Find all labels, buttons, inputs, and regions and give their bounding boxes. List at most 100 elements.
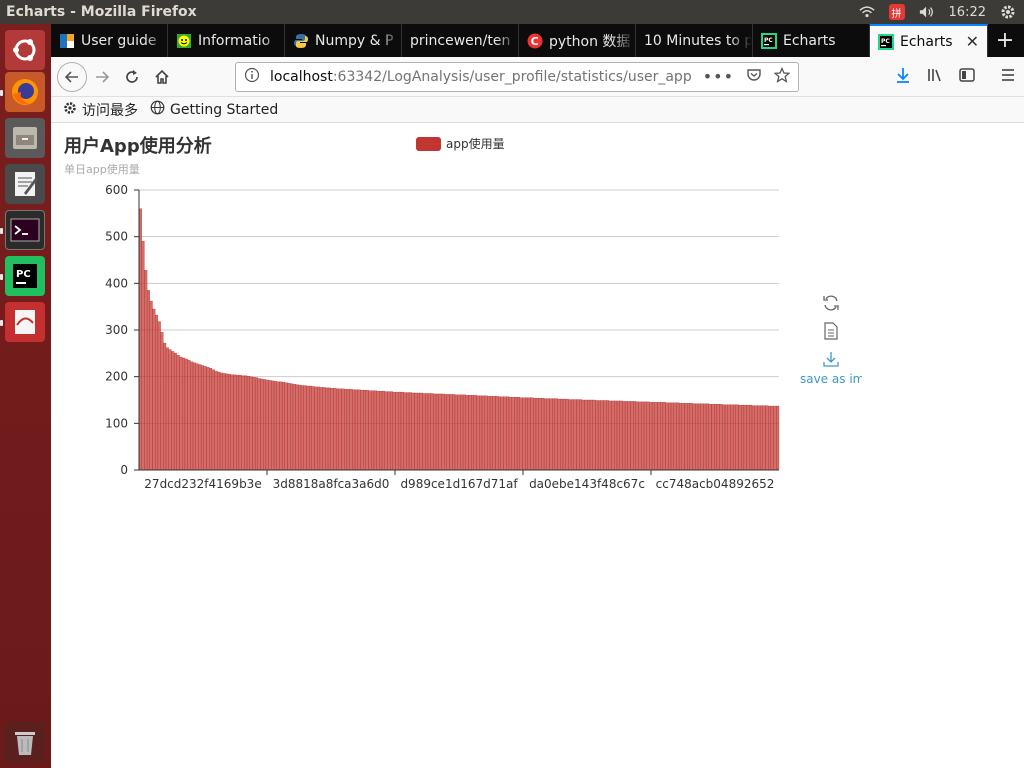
tab-numpy[interactable]: Numpy & P <box>285 24 402 57</box>
bar[interactable] <box>573 399 577 471</box>
tab-python-data[interactable]: C python 数据 <box>519 24 636 57</box>
bar[interactable] <box>768 405 772 471</box>
bar[interactable] <box>535 397 539 471</box>
input-method-icon[interactable]: 拼 <box>888 4 905 20</box>
bar[interactable] <box>298 384 302 471</box>
bar[interactable] <box>441 393 445 471</box>
bar[interactable] <box>365 390 369 471</box>
bar[interactable] <box>311 386 315 471</box>
bar[interactable] <box>389 391 393 471</box>
bar[interactable] <box>614 400 618 471</box>
bar[interactable] <box>187 360 191 471</box>
bar[interactable] <box>273 381 277 471</box>
bar[interactable] <box>408 392 412 471</box>
bar[interactable] <box>284 382 288 471</box>
bar[interactable] <box>589 399 593 471</box>
bar[interactable] <box>217 371 221 471</box>
bar[interactable] <box>384 391 388 471</box>
bar[interactable] <box>314 386 318 471</box>
bar[interactable] <box>630 401 634 471</box>
bar[interactable] <box>276 381 280 471</box>
bar[interactable] <box>373 390 377 471</box>
bar[interactable] <box>673 402 677 471</box>
bar[interactable] <box>184 358 188 471</box>
pocket-icon[interactable] <box>746 67 762 87</box>
bar[interactable] <box>322 387 326 471</box>
volume-icon[interactable] <box>919 4 935 20</box>
bar[interactable] <box>149 300 153 471</box>
bar[interactable] <box>241 375 245 471</box>
bar[interactable] <box>657 402 661 471</box>
bar[interactable] <box>192 362 196 471</box>
bar[interactable] <box>460 394 464 471</box>
bar[interactable] <box>665 402 669 471</box>
bookmark-star-icon[interactable] <box>773 66 791 87</box>
bar[interactable] <box>700 403 704 471</box>
bar[interactable] <box>279 381 283 471</box>
bar[interactable] <box>568 399 572 471</box>
bar[interactable] <box>300 385 304 471</box>
bar[interactable] <box>538 397 542 471</box>
bar[interactable] <box>144 270 148 471</box>
downloads-icon[interactable] <box>894 66 912 88</box>
bar[interactable] <box>173 353 177 471</box>
bookmark-most-visited[interactable]: 访问最多 <box>63 100 138 120</box>
bar[interactable] <box>379 390 383 471</box>
bar[interactable] <box>668 402 672 471</box>
bar[interactable] <box>457 394 461 471</box>
bar[interactable] <box>403 392 407 471</box>
bar[interactable] <box>557 398 561 471</box>
bar[interactable] <box>479 395 483 471</box>
bar[interactable] <box>724 404 728 471</box>
bar[interactable] <box>695 403 699 471</box>
library-icon[interactable] <box>926 66 944 88</box>
text-editor-launcher-button[interactable] <box>5 164 45 204</box>
bar[interactable] <box>633 401 637 471</box>
bar[interactable] <box>527 397 531 471</box>
bar[interactable] <box>549 398 553 471</box>
info-icon[interactable] <box>244 67 260 87</box>
bar[interactable] <box>703 403 707 471</box>
bar[interactable] <box>416 392 420 471</box>
chart-legend[interactable]: app使用量 <box>416 135 505 152</box>
bar[interactable] <box>743 404 747 471</box>
bar[interactable] <box>676 402 680 471</box>
bar[interactable] <box>684 403 688 471</box>
bar[interactable] <box>719 404 723 471</box>
bar[interactable] <box>392 391 396 471</box>
bar[interactable] <box>570 399 574 471</box>
save-as-image-label[interactable]: save as image <box>800 372 862 386</box>
bar[interactable] <box>727 404 731 471</box>
bar[interactable] <box>616 400 620 471</box>
bar[interactable] <box>770 405 774 471</box>
bar[interactable] <box>562 398 566 471</box>
home-button[interactable] <box>147 62 177 92</box>
bar[interactable] <box>182 357 186 471</box>
bar[interactable] <box>765 405 769 471</box>
page-actions-icon[interactable]: ••• <box>703 67 734 86</box>
bar[interactable] <box>430 393 434 471</box>
bar[interactable] <box>481 395 485 471</box>
bar[interactable] <box>354 389 358 471</box>
reload-button[interactable] <box>117 62 147 92</box>
bar[interactable] <box>398 391 402 471</box>
bar[interactable] <box>176 355 180 471</box>
wifi-icon[interactable] <box>858 4 875 20</box>
bar[interactable] <box>198 364 202 471</box>
bar[interactable] <box>635 401 639 471</box>
bar[interactable] <box>660 402 664 471</box>
bar[interactable] <box>214 370 218 471</box>
bar[interactable] <box>165 347 169 471</box>
bar[interactable] <box>697 403 701 471</box>
tab-user-guide[interactable]: User guide <box>51 24 168 57</box>
firefox-launcher-button[interactable] <box>5 72 45 112</box>
bar[interactable] <box>471 395 475 471</box>
bar[interactable] <box>530 397 534 471</box>
bar[interactable] <box>565 398 569 471</box>
forward-button[interactable] <box>87 62 117 92</box>
bar[interactable] <box>238 375 242 471</box>
bar[interactable] <box>168 349 172 471</box>
bar[interactable] <box>560 398 564 471</box>
bar[interactable] <box>306 385 310 471</box>
bar[interactable] <box>449 394 453 471</box>
